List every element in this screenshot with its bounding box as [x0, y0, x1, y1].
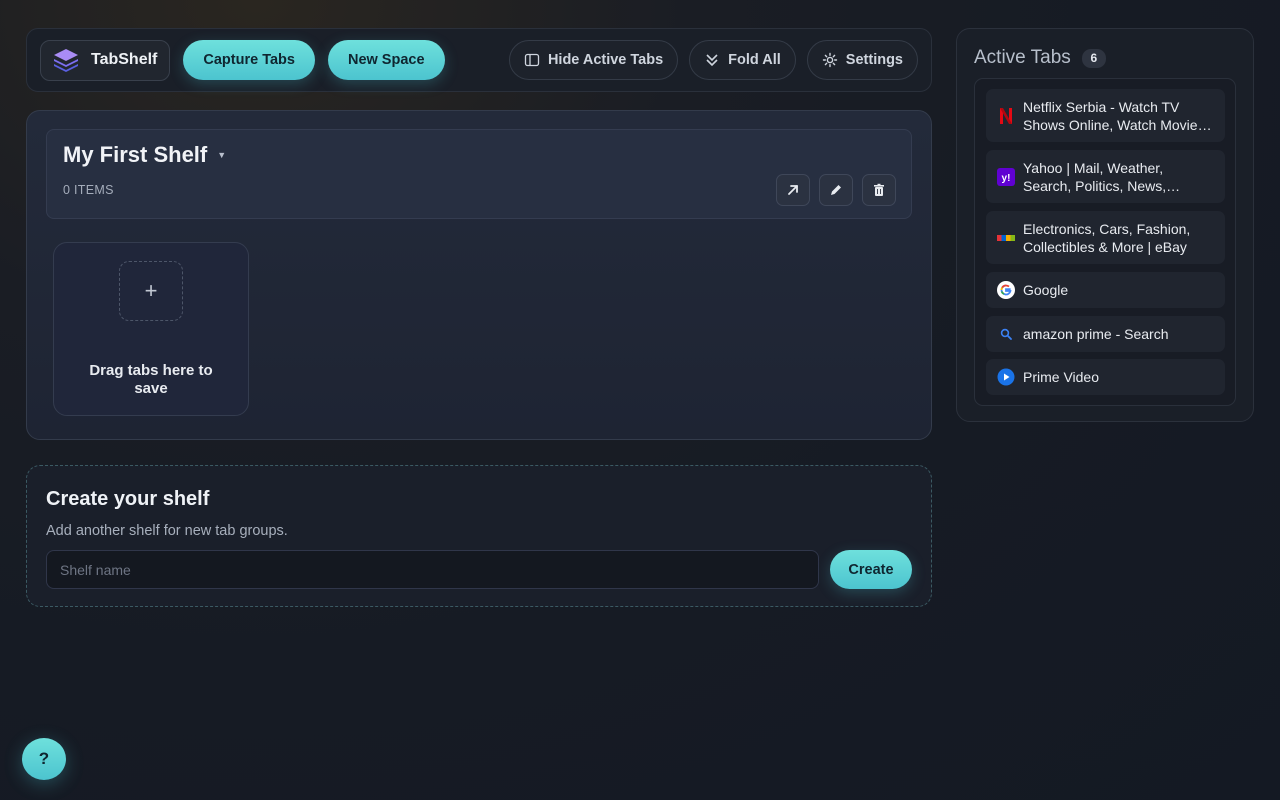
top-toolbar: TabShelf Capture Tabs New Space Hide Act… [26, 28, 932, 92]
create-shelf-title: Create your shelf [46, 488, 210, 510]
tab-drop-zone[interactable]: + Drag tabs here to save [53, 242, 249, 416]
open-shelf-button[interactable] [776, 174, 810, 206]
hide-active-tabs-button[interactable]: Hide Active Tabs [508, 40, 679, 80]
tab-title: amazon prime - Search [1023, 326, 1169, 342]
plus-icon: + [119, 261, 183, 321]
shelf-actions [776, 174, 896, 206]
active-tabs-panel: Active Tabs 6 Netflix Serbia - Watch TV … [956, 28, 1254, 422]
sidebar-icon [524, 53, 540, 67]
create-shelf-button[interactable]: Create [830, 550, 912, 589]
netflix-icon [997, 107, 1015, 125]
delete-shelf-button[interactable] [862, 174, 896, 206]
caret-down-icon: ▼ [217, 150, 227, 160]
rename-shelf-button[interactable] [819, 174, 853, 206]
ebay-icon [997, 229, 1015, 247]
tab-title: Prime Video [1023, 369, 1100, 385]
tab-title: Yahoo | Mail, Weather, Search, Politics,… [1023, 159, 1167, 194]
tab-item-amazon-search[interactable]: amazon prime - Search [986, 316, 1225, 352]
trash-icon [874, 183, 884, 196]
active-tabs-list: Netflix Serbia - Watch TV Shows Online, … [974, 78, 1236, 406]
active-tabs-title: Active Tabs [974, 47, 1071, 68]
yahoo-icon: y! [997, 167, 1015, 186]
google-icon [997, 281, 1015, 299]
tab-item-ebay[interactable]: Electronics, Cars, Fashion, Collectibles… [986, 211, 1225, 264]
shelf-item-count: 0 ITEMS [63, 183, 114, 197]
active-tabs-count-badge: 6 [1081, 48, 1106, 68]
settings-label: Settings [845, 52, 903, 68]
fold-all-label: Fold All [728, 52, 781, 68]
shelf-title: My First Shelf [63, 142, 208, 167]
settings-button[interactable]: Settings [806, 40, 918, 80]
prime-video-icon [997, 368, 1015, 386]
active-tabs-header: Active Tabs 6 [974, 47, 1106, 69]
brand-name: TabShelf [91, 51, 158, 68]
tab-item-yahoo[interactable]: y! Yahoo | Mail, Weather, Search, Politi… [986, 150, 1225, 203]
arrow-up-right-icon [788, 185, 798, 195]
tab-item-prime-video[interactable]: Prime Video [986, 359, 1225, 395]
layers-icon [54, 49, 78, 72]
shelf-panel: My First Shelf ▼ 0 ITEMS + Drag tabs her… [26, 110, 932, 440]
help-button[interactable]: ? [22, 738, 66, 780]
hide-active-tabs-label: Hide Active Tabs [547, 52, 664, 68]
create-shelf-panel: Create your shelf Add another shelf for … [26, 465, 932, 607]
tab-title: Netflix Serbia - Watch TV Shows Online, … [1023, 98, 1205, 133]
search-icon [997, 325, 1015, 343]
tab-item-netflix[interactable]: Netflix Serbia - Watch TV Shows Online, … [986, 89, 1225, 142]
tab-item-google[interactable]: Google [986, 272, 1225, 308]
double-chevron-down-icon [706, 54, 718, 67]
shelf-header: My First Shelf ▼ 0 ITEMS [46, 129, 912, 219]
drop-zone-text: Drag tabs here to save [89, 362, 213, 397]
capture-tabs-button[interactable]: Capture Tabs [183, 40, 315, 80]
new-space-button[interactable]: New Space [327, 40, 445, 80]
brand-logo[interactable]: TabShelf [40, 39, 171, 81]
gear-icon [822, 52, 837, 68]
pencil-icon [831, 185, 841, 195]
tab-title: Electronics, Cars, Fashion, Collectibles… [1023, 220, 1191, 255]
shelf-name-input[interactable] [46, 550, 819, 589]
shelf-title-toggle[interactable]: My First Shelf ▼ [63, 142, 226, 168]
create-shelf-subtitle: Add another shelf for new tab groups. [46, 523, 288, 539]
tab-title: Google [1023, 282, 1069, 298]
fold-all-button[interactable]: Fold All [689, 40, 796, 80]
svg-text:y!: y! [1002, 173, 1011, 184]
